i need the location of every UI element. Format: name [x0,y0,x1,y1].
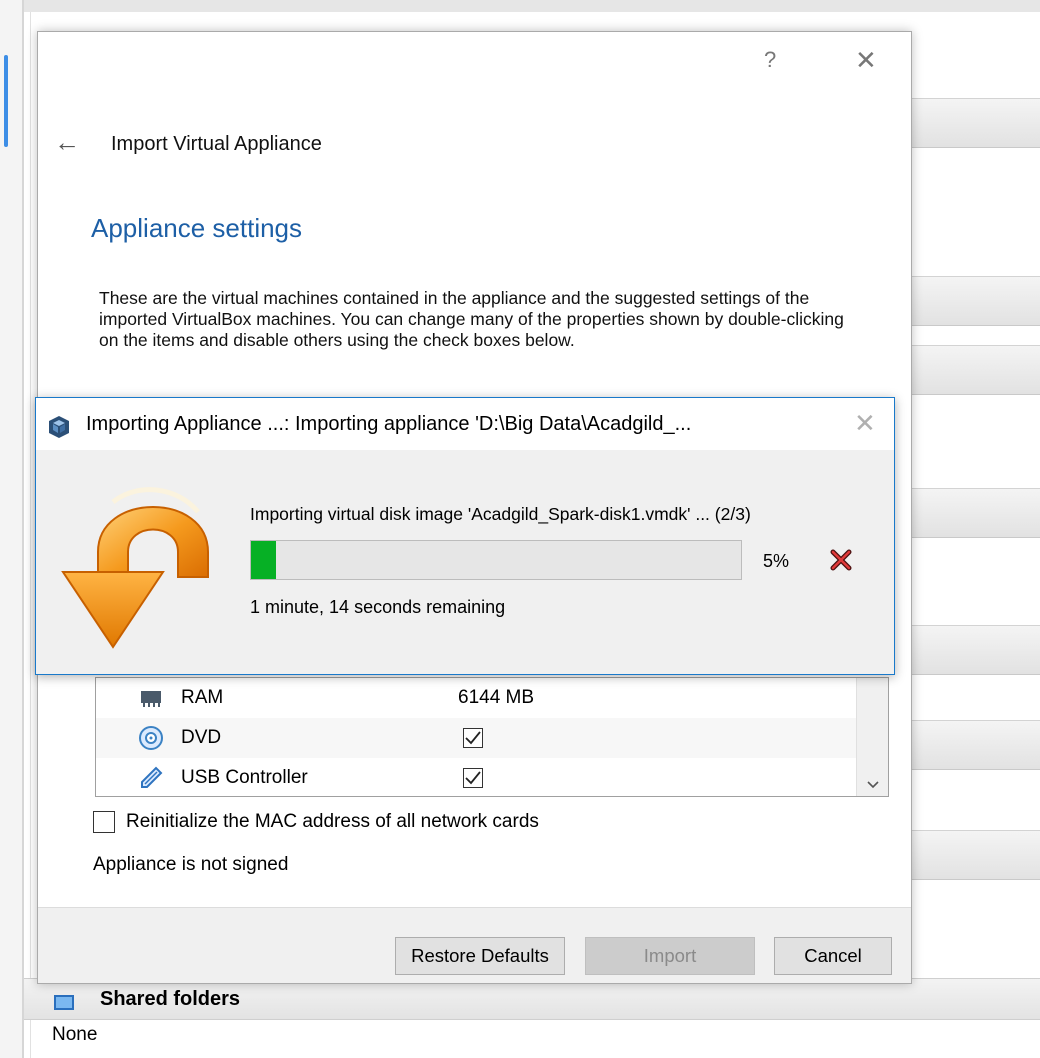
appliance-settings-tree[interactable]: RAM 6144 MB DVD USB Controller [95,677,889,797]
usb-controller-icon [138,765,164,791]
cancel-button[interactable]: Cancel [774,937,892,975]
background-section-header [905,720,1040,770]
background-section-header [905,830,1040,880]
dialog-footer: Restore Defaults Import Cancel [38,907,911,983]
signature-status: Appliance is not signed [93,854,289,875]
close-icon[interactable]: ✕ [854,408,876,439]
progress-bar-fill [251,541,276,579]
import-progress-dialog: Importing Appliance ...: Importing appli… [35,397,895,675]
scroll-down-icon[interactable] [867,776,879,792]
reinitialize-mac-checkbox[interactable] [93,811,115,833]
panel-divider-inner [30,0,31,1058]
shared-folders-header[interactable]: Shared folders [24,978,1040,1020]
close-icon[interactable]: ✕ [855,45,877,76]
settings-row-ram[interactable]: RAM 6144 MB [96,678,856,718]
background-top-bar [24,0,1040,12]
settings-scrollbar[interactable] [856,678,888,796]
wizard-title: Import Virtual Appliance [111,133,322,155]
progress-operation: Importing virtual disk image 'Acadgild_S… [250,504,751,524]
dvd-icon [138,725,164,751]
usb-controller-checkbox[interactable] [463,768,483,788]
background-section-header [905,625,1040,675]
help-button[interactable]: ? [764,47,776,73]
progress-title: Importing Appliance ...: Importing appli… [86,413,692,435]
background-section-header [905,345,1040,395]
progress-bar [250,540,742,580]
import-button[interactable]: Import [585,937,755,975]
import-arrow-icon [58,462,228,657]
panel-divider [22,0,24,1058]
dvd-checkbox[interactable] [463,728,483,748]
settings-row-value: 6144 MB [458,687,535,708]
cancel-import-icon[interactable] [830,549,852,576]
reinitialize-mac-label[interactable]: Reinitialize the MAC address of all netw… [126,811,539,833]
progress-titlebar[interactable]: Importing Appliance ...: Importing appli… [36,398,894,450]
settings-row-label: USB Controller [181,767,308,788]
progress-percent: 5% [763,551,790,571]
background-left-panel [0,0,22,1058]
settings-row-label: DVD [181,727,222,748]
virtualbox-icon [47,415,71,444]
settings-row-label: RAM [181,687,224,708]
page-description: These are the virtual machines contained… [99,288,844,350]
settings-row-usb-controller[interactable]: USB Controller [96,758,856,796]
shared-folders-value: None [52,1024,98,1045]
folder-icon [54,994,74,1010]
background-section-header [905,488,1040,538]
settings-row-dvd[interactable]: DVD [96,718,856,758]
background-section-header [905,98,1040,148]
background-section-header [905,276,1040,326]
restore-defaults-button[interactable]: Restore Defaults [395,937,565,975]
time-remaining: 1 minute, 14 seconds remaining [250,597,506,617]
page-title: Appliance settings [91,213,303,243]
selection-accent [4,55,8,147]
shared-folders-label: Shared folders [100,987,241,1010]
ram-icon [138,685,164,711]
back-arrow-icon[interactable]: ← [54,127,80,158]
